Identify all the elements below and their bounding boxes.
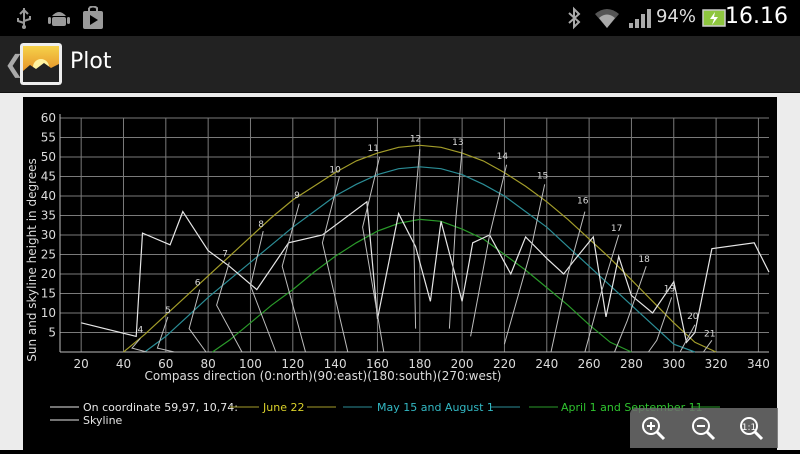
- bluetooth-icon: [568, 6, 581, 30]
- hour-marker-label: 6: [195, 279, 201, 289]
- hour-marker-label: 4: [138, 325, 144, 335]
- legend-june-label: June 22: [262, 401, 304, 414]
- y-tick-label: 20: [41, 267, 56, 281]
- y-tick-label: 30: [41, 228, 56, 242]
- hour-marker-label: 19: [664, 284, 676, 294]
- status-bar: 94% 16.16: [0, 0, 800, 36]
- chart-legend: On coordinate 59,97, 10,74: June 22 May …: [50, 401, 720, 427]
- page-title: Plot: [70, 49, 112, 74]
- y-tick-label: 60: [41, 111, 56, 125]
- plot-panel[interactable]: 20 40 60 80 100 120 140 160 180 200 220 240 260 280 30…: [23, 97, 777, 450]
- x-tick-label: 280: [620, 357, 643, 371]
- hour-line: [216, 262, 243, 353]
- x-tick-label: 20: [74, 357, 89, 371]
- hour-line: [699, 340, 713, 353]
- hour-marker-label: 18: [638, 255, 650, 265]
- zoom-in-icon[interactable]: [638, 413, 668, 443]
- action-bar: ❮ Plot: [0, 36, 800, 94]
- x-tick-label: 260: [578, 357, 601, 371]
- y-tick-label: 50: [41, 150, 56, 164]
- hour-marker-label: 17: [611, 224, 622, 234]
- hour-marker-label: 13: [452, 138, 463, 148]
- android-debug-icon: [48, 12, 70, 26]
- hour-marker-label: 8: [258, 220, 264, 230]
- hour-marker-label: 15: [537, 171, 548, 181]
- hour-marker-label: 11: [368, 144, 379, 154]
- hour-marker-label: 9: [294, 191, 300, 201]
- hour-marker-label: 12: [410, 134, 421, 144]
- hour-marker-label: 16: [577, 197, 589, 207]
- x-axis-label: Compass direction (0:north)(90:east)(180…: [145, 369, 502, 383]
- y-tick-label: 5: [48, 326, 56, 340]
- wifi-icon: [595, 9, 619, 28]
- sun-skyline-chart: 20 40 60 80 100 120 140 160 180 200 220 240 260 280 30…: [25, 111, 770, 427]
- hour-marker-label: 10: [329, 166, 341, 176]
- chart-hour-markers: 4 5 6 7 8 9 10 11 12 13 14 15 16 17 18 19 20 21: [138, 134, 716, 339]
- y-tick-label: 45: [41, 170, 56, 184]
- x-tick-label: 240: [535, 357, 558, 371]
- x-tick-label: 340: [747, 357, 770, 371]
- y-tick-label: 15: [41, 287, 56, 301]
- x-tick-label: 40: [116, 357, 131, 371]
- hour-marker-label: 21: [704, 329, 715, 339]
- hour-line: [503, 184, 546, 345]
- x-tick-label: 320: [705, 357, 728, 371]
- hour-marker-label: 5: [165, 306, 171, 316]
- y-tick-label: 40: [41, 189, 56, 203]
- y-tick-label: 55: [41, 131, 56, 145]
- hour-line: [188, 289, 207, 353]
- y-tick-label: 25: [41, 248, 56, 262]
- usb-icon: [17, 8, 31, 29]
- legend-mayaug-label: May 15 and August 1: [377, 401, 494, 414]
- hour-line: [131, 337, 147, 353]
- legend-location-label: On coordinate 59,97, 10,74:: [83, 401, 238, 414]
- hour-marker-label: 14: [497, 152, 509, 162]
- status-time: 16.16: [725, 4, 788, 29]
- x-tick-label: 300: [662, 357, 685, 371]
- plot-content: 20 40 60 80 100 120 140 160 180 200 220 240 260 280 30…: [0, 93, 800, 450]
- battery-percent: 94%: [655, 6, 696, 27]
- y-tick-label: 35: [41, 209, 56, 223]
- y-tick-label: 10: [41, 306, 56, 320]
- chart-grid: [60, 117, 769, 352]
- legend-skyline-label: Skyline: [83, 414, 123, 427]
- hour-line: [470, 164, 508, 337]
- chart-hour-lines: [131, 149, 713, 353]
- y-axis-label: Sun and skyline height in degrees: [25, 158, 39, 362]
- svg-text:1:1: 1:1: [742, 423, 756, 433]
- play-store-icon: [83, 6, 103, 29]
- series-line-skyline: [81, 200, 770, 344]
- hour-line: [249, 230, 277, 353]
- zoom-reset-icon[interactable]: 1:1: [736, 413, 766, 443]
- zoom-out-icon[interactable]: [688, 413, 718, 443]
- signal-icon: [629, 9, 651, 28]
- hour-marker-label: 20: [687, 312, 699, 322]
- battery-charging-icon: [702, 9, 726, 27]
- hour-line: [550, 211, 586, 353]
- hour-marker-label: 7: [222, 249, 228, 259]
- sun-horizon-app-icon[interactable]: [20, 43, 62, 85]
- zoom-controls: 1:1: [630, 408, 778, 448]
